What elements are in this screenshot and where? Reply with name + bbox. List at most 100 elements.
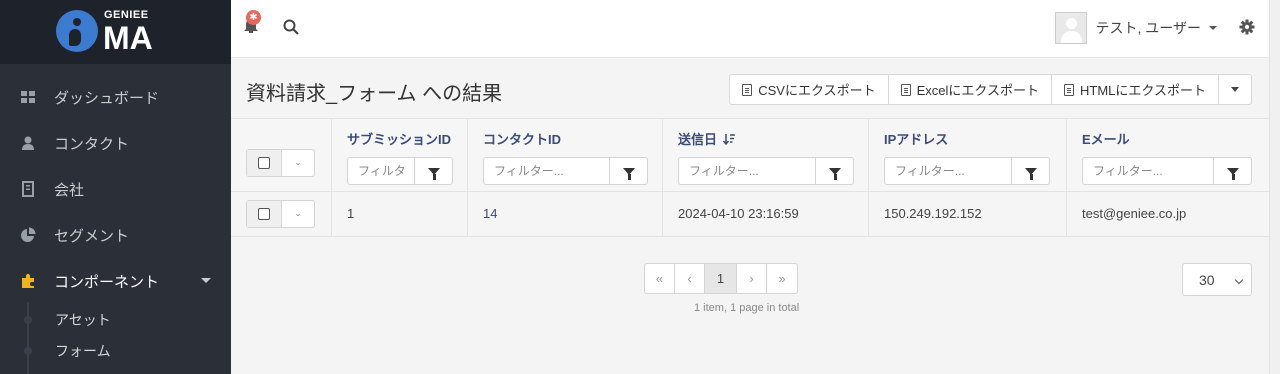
filter-contact-id <box>483 157 648 185</box>
sort-desc-icon <box>722 134 735 146</box>
sidebar-subitem-label: アセット <box>55 311 111 328</box>
filter-input[interactable] <box>679 158 815 184</box>
cell-ip: 150.249.192.152 <box>884 206 982 221</box>
puzzle-icon <box>22 274 34 288</box>
sidebar-item-segments[interactable]: セグメント <box>0 212 231 258</box>
sidebar-item-components[interactable]: コンポーネント <box>0 258 231 304</box>
dashboard-icon <box>21 91 35 103</box>
cell-date: 2024-04-10 23:16:59 <box>678 206 799 221</box>
chevron-down-icon <box>1209 26 1217 30</box>
chevron-down-icon[interactable]: ⌄ <box>282 201 314 227</box>
logo[interactable]: GENIEE MA <box>0 0 231 64</box>
sidebar-item-label: ダッシュボード <box>54 89 160 107</box>
sidebar-item-label: 会社 <box>54 181 85 199</box>
filter-icon <box>622 167 635 180</box>
filter-icon <box>1226 167 1239 180</box>
chevron-down-icon <box>1231 87 1239 92</box>
select-all-checkbox[interactable] <box>247 150 282 176</box>
sidebar-subitem-assets[interactable]: アセット <box>0 304 231 335</box>
column-header-ip[interactable]: IPアドレス <box>884 129 948 148</box>
pagination: « ‹ 1 › » <box>644 263 798 294</box>
gear-icon <box>1239 19 1255 35</box>
pagination-info: 1 item, 1 page in total <box>694 302 800 314</box>
column-header-email[interactable]: Eメール <box>1082 129 1130 148</box>
notifications-button[interactable]: ✱ <box>243 10 261 34</box>
sidebar-item-label: コンタクト <box>54 135 130 153</box>
page-prev-button[interactable]: ‹ <box>675 264 705 293</box>
export-more-button[interactable] <box>1219 75 1251 104</box>
table-header: ⌄ サブミッションID コンタクトID 送信日 <box>231 118 1269 192</box>
bulk-select[interactable]: ⌄ <box>246 149 315 177</box>
filter-email <box>1082 157 1252 185</box>
sidebar-item-companies[interactable]: 会社 <box>0 166 231 212</box>
top-bar: ✱ テスト, ユーザー <box>231 0 1269 58</box>
page-title: 資料請求_フォーム への結果 <box>246 83 503 105</box>
export-html-label: HTMLにエクスポート <box>1080 83 1206 98</box>
avatar <box>1054 12 1087 44</box>
sidebar: GENIEE MA ダッシュボード コンタクト 会社 セグメント コンポーネント… <box>0 0 231 374</box>
column-header-label: 送信日 <box>678 132 718 147</box>
brand-big: MA <box>103 20 153 56</box>
scrollbar[interactable] <box>1269 0 1280 374</box>
column-header-date[interactable]: 送信日 <box>678 129 735 148</box>
code-file-icon <box>1064 83 1074 96</box>
export-button-group: CSVにエクスポート Excelにエクスポート HTMLにエクスポート <box>729 74 1252 105</box>
export-csv-label: CSVにエクスポート <box>758 83 876 98</box>
file-icon <box>742 83 753 96</box>
export-csv-button[interactable]: CSVにエクスポート <box>730 75 889 104</box>
cell-contact-id-link[interactable]: 14 <box>483 206 497 221</box>
search-icon <box>283 19 299 35</box>
filter-input[interactable] <box>348 158 414 184</box>
filter-input[interactable] <box>484 158 609 184</box>
chevron-down-icon <box>201 278 211 283</box>
sidebar-subitem-label: フォーム <box>55 342 111 359</box>
results-table: ⌄ サブミッションID コンタクトID 送信日 <box>231 118 1269 237</box>
page-last-button[interactable]: » <box>767 264 797 293</box>
logo-mark-icon <box>56 10 98 52</box>
filter-button[interactable] <box>815 158 853 184</box>
excel-file-icon <box>900 83 911 96</box>
cell-submission-id: 1 <box>347 206 355 221</box>
submenu-line <box>27 302 29 374</box>
filter-ip <box>884 157 1050 185</box>
filter-button[interactable] <box>1213 158 1251 184</box>
filter-input[interactable] <box>885 158 1011 184</box>
filter-button[interactable] <box>609 158 647 184</box>
filter-icon <box>828 167 841 180</box>
page-next-button[interactable]: › <box>737 264 767 293</box>
column-header-contact-id[interactable]: コンタクトID <box>483 129 561 148</box>
filter-input[interactable] <box>1083 158 1213 184</box>
settings-button[interactable] <box>1239 19 1255 39</box>
chevron-down-icon <box>1234 275 1244 285</box>
filter-icon <box>427 167 440 180</box>
sidebar-item-dashboard[interactable]: ダッシュボード <box>0 74 231 120</box>
export-excel-label: Excelにエクスポート <box>916 83 1039 98</box>
row-checkbox[interactable] <box>247 201 282 227</box>
table-row: ⌄ 1 14 2024-04-10 23:16:59 150.249.192.1… <box>231 192 1269 237</box>
per-page-select[interactable]: 30 <box>1182 263 1252 296</box>
chevron-down-icon[interactable]: ⌄ <box>282 150 314 176</box>
user-name: テスト, ユーザー <box>1095 20 1202 36</box>
sidebar-subitem-forms[interactable]: フォーム <box>0 335 231 366</box>
cell-email: test@geniee.co.jp <box>1082 206 1187 221</box>
filter-button[interactable] <box>414 158 452 184</box>
row-select[interactable]: ⌄ <box>246 200 315 228</box>
export-excel-button[interactable]: Excelにエクスポート <box>889 75 1052 104</box>
user-menu[interactable]: テスト, ユーザー <box>1054 12 1217 44</box>
sidebar-item-contacts[interactable]: コンタクト <box>0 120 231 166</box>
sidebar-item-label: セグメント <box>54 227 130 245</box>
per-page-value: 30 <box>1199 271 1215 288</box>
page-first-button[interactable]: « <box>645 264 675 293</box>
search-button[interactable] <box>283 19 299 39</box>
sidebar-item-label: コンポーネント <box>54 273 160 291</box>
page-current-button[interactable]: 1 <box>705 264 737 293</box>
pie-chart-icon <box>21 227 36 242</box>
filter-button[interactable] <box>1011 158 1049 184</box>
filter-submission-id <box>347 157 453 185</box>
column-header-submission-id[interactable]: サブミッションID <box>347 129 451 148</box>
notification-badge: ✱ <box>246 10 261 25</box>
export-html-button[interactable]: HTMLにエクスポート <box>1052 75 1219 104</box>
filter-date <box>678 157 854 185</box>
building-icon <box>22 181 34 197</box>
main-panel: 資料請求_フォーム への結果 CSVにエクスポート Excelにエクスポート H… <box>231 58 1269 374</box>
